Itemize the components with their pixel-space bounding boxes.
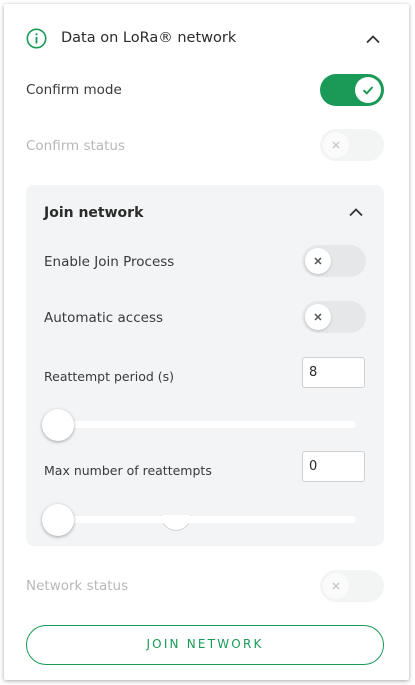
reattempt-period-input[interactable]: 8 bbox=[302, 357, 365, 388]
slider-thumb[interactable] bbox=[42, 504, 74, 536]
close-icon bbox=[332, 582, 340, 590]
slider-thumb[interactable] bbox=[42, 409, 74, 441]
slider-track bbox=[56, 421, 356, 428]
join-network-panel: Join network Enable Join Process Automat… bbox=[26, 185, 384, 546]
toggle-knob bbox=[355, 77, 381, 103]
confirm-status-label: Confirm status bbox=[26, 138, 125, 154]
section-title: Data on LoRa® network bbox=[61, 30, 237, 46]
toggle-knob bbox=[323, 573, 349, 599]
network-status-toggle bbox=[320, 570, 384, 602]
reattempt-period-slider[interactable] bbox=[42, 408, 356, 442]
automatic-access-label: Automatic access bbox=[44, 310, 164, 326]
info-icon bbox=[26, 28, 47, 49]
automatic-access-toggle[interactable] bbox=[302, 301, 366, 333]
toggle-knob bbox=[305, 304, 331, 330]
enable-join-label: Enable Join Process bbox=[44, 254, 175, 270]
enable-join-toggle[interactable] bbox=[302, 245, 366, 277]
close-icon bbox=[332, 141, 340, 149]
section-header[interactable]: Data on LoRa® network bbox=[4, 4, 409, 68]
chevron-up-icon[interactable] bbox=[365, 34, 381, 44]
join-network-title: Join network bbox=[44, 205, 144, 221]
max-reattempts-input[interactable]: 0 bbox=[302, 451, 365, 482]
toggle-knob bbox=[323, 132, 349, 158]
lora-settings-card: Data on LoRa® network Confirm mode Confi… bbox=[4, 4, 409, 680]
confirm-status-toggle bbox=[320, 129, 384, 161]
reattempt-period-label: Reattempt period (s) bbox=[44, 369, 175, 384]
check-icon bbox=[362, 86, 374, 95]
close-icon bbox=[314, 257, 322, 265]
toggle-knob bbox=[305, 248, 331, 274]
confirm-mode-toggle[interactable] bbox=[320, 74, 384, 106]
confirm-mode-label: Confirm mode bbox=[26, 82, 122, 98]
network-status-label: Network status bbox=[26, 578, 129, 594]
max-reattempts-slider[interactable] bbox=[42, 503, 356, 537]
close-icon bbox=[314, 313, 322, 321]
chevron-up-icon[interactable] bbox=[348, 207, 364, 217]
max-reattempts-label: Max number of reattempts bbox=[44, 463, 212, 478]
slider-track bbox=[56, 516, 356, 523]
join-network-button[interactable]: JOIN NETWORK bbox=[26, 625, 384, 665]
